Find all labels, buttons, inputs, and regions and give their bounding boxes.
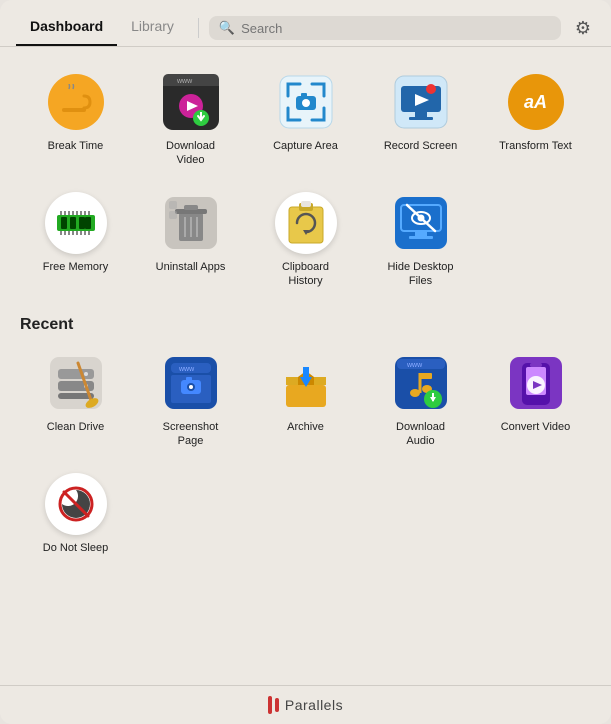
record-screen-icon — [393, 74, 449, 130]
hide-desktop-icon-wrap — [390, 192, 452, 254]
transform-text-icon-wrap: aA — [505, 71, 567, 133]
app-item-clean-drive[interactable]: Clean Drive — [20, 344, 131, 457]
free-memory-icon-wrap — [45, 192, 107, 254]
clipboard-history-icon-wrap — [275, 192, 337, 254]
clipboard-history-icon — [275, 192, 337, 254]
parallels-text: Parallels — [285, 697, 343, 713]
transform-text-icon: aA — [508, 74, 564, 130]
search-icon: 🔍 — [219, 20, 235, 36]
app-item-capture-area[interactable]: Capture Area — [250, 63, 361, 176]
convert-video-label: Convert Video — [501, 420, 571, 434]
app-item-do-not-sleep[interactable]: Do Not Sleep — [20, 465, 131, 563]
transform-text-label: Transform Text — [499, 139, 572, 153]
app-item-download-video[interactable]: www DownloadVideo — [135, 63, 246, 176]
svg-text:www: www — [176, 78, 193, 85]
download-video-icon-wrap: www — [160, 71, 222, 133]
uninstall-apps-icon-wrap — [160, 192, 222, 254]
search-box[interactable]: 🔍 — [209, 16, 561, 40]
do-not-sleep-icon-wrap — [45, 473, 107, 535]
convert-video-icon — [508, 355, 564, 411]
archive-label: Archive — [287, 420, 324, 434]
main-content: Break Time www — [0, 47, 611, 685]
recent-apps-grid: Clean Drive www — [20, 344, 591, 563]
recent-section-title: Recent — [20, 316, 591, 334]
capture-area-icon-wrap — [275, 71, 337, 133]
header-divider — [198, 18, 199, 38]
clean-drive-icon — [48, 355, 104, 411]
svg-text:www: www — [406, 362, 423, 369]
settings-button[interactable]: ⚙ — [571, 14, 595, 43]
archive-icon — [278, 355, 334, 411]
screenshot-page-label: ScreenshotPage — [163, 420, 219, 449]
download-video-label: DownloadVideo — [166, 139, 215, 168]
hide-desktop-files-label: Hide DesktopFiles — [387, 260, 453, 289]
app-item-record-screen[interactable]: Record Screen — [365, 63, 476, 176]
apps-grid: Break Time www — [20, 63, 591, 296]
app-item-hide-desktop-files[interactable]: Hide DesktopFiles — [365, 184, 476, 297]
hide-desktop-icon — [393, 195, 449, 251]
footer: Parallels — [0, 685, 611, 724]
recent-section: Recent — [20, 316, 591, 563]
header: Dashboard Library 🔍 ⚙ — [0, 0, 611, 46]
screenshot-page-icon: www — [163, 355, 219, 411]
svg-text:www: www — [178, 366, 195, 373]
download-audio-label: DownloadAudio — [396, 420, 445, 449]
download-audio-icon: www — [393, 355, 449, 411]
app-item-uninstall-apps[interactable]: Uninstall Apps — [135, 184, 246, 297]
archive-icon-wrap — [275, 352, 337, 414]
app-item-screenshot-page[interactable]: www ScreenshotPage — [135, 344, 246, 457]
app-item-break-time[interactable]: Break Time — [20, 63, 131, 176]
download-audio-icon-wrap: www — [390, 352, 452, 414]
clean-drive-icon-wrap — [45, 352, 107, 414]
app-window: Dashboard Library 🔍 ⚙ — [0, 0, 611, 724]
parallels-bars-icon — [268, 696, 279, 714]
capture-area-label: Capture Area — [273, 139, 338, 153]
clean-drive-label: Clean Drive — [47, 420, 104, 434]
record-screen-icon-wrap — [390, 71, 452, 133]
record-screen-label: Record Screen — [384, 139, 457, 153]
do-not-sleep-icon — [45, 473, 107, 535]
tab-library[interactable]: Library — [117, 10, 188, 46]
parallels-logo: Parallels — [268, 696, 343, 714]
app-item-convert-video[interactable]: Convert Video — [480, 344, 591, 457]
do-not-sleep-label: Do Not Sleep — [43, 541, 108, 555]
free-memory-icon — [45, 192, 107, 254]
tab-dashboard[interactable]: Dashboard — [16, 10, 117, 46]
convert-video-icon-wrap — [505, 352, 567, 414]
download-video-icon: www — [163, 74, 219, 130]
app-item-download-audio[interactable]: www DownloadAudio — [365, 344, 476, 457]
break-time-label: Break Time — [48, 139, 104, 153]
capture-area-icon — [278, 74, 334, 130]
app-item-transform-text[interactable]: aA Transform Text — [480, 63, 591, 176]
uninstall-apps-label: Uninstall Apps — [156, 260, 226, 274]
app-item-clipboard-history[interactable]: ClipboardHistory — [250, 184, 361, 297]
break-time-icon-wrap — [45, 71, 107, 133]
app-item-free-memory[interactable]: Free Memory — [20, 184, 131, 297]
uninstall-apps-icon — [163, 195, 219, 251]
app-item-archive[interactable]: Archive — [250, 344, 361, 457]
search-input[interactable] — [241, 21, 551, 36]
tabs: Dashboard Library — [16, 10, 188, 46]
free-memory-label: Free Memory — [43, 260, 108, 274]
clipboard-history-label: ClipboardHistory — [282, 260, 329, 289]
screenshot-page-icon-wrap: www — [160, 352, 222, 414]
break-time-icon — [48, 74, 104, 130]
